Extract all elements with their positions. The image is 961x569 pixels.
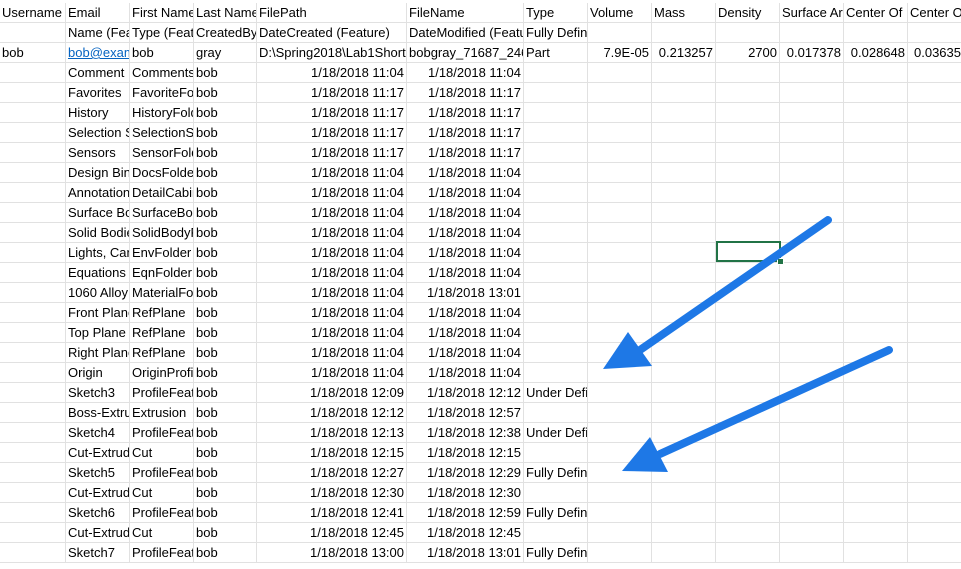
arrow-to-fully-defined [622, 346, 893, 472]
arrow-to-origin [603, 216, 832, 369]
annotation-arrows [603, 216, 893, 472]
